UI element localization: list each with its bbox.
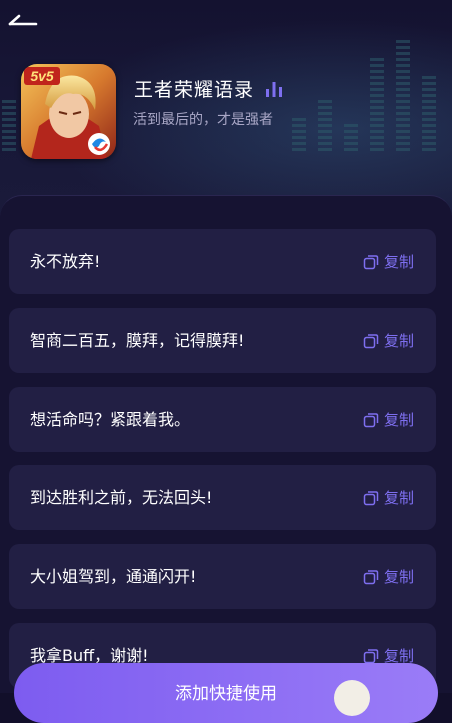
copy-label: 复制: [383, 332, 414, 350]
header: 5v5 王者荣耀语录 活到最后的，才是强者: [0, 0, 452, 215]
copy-button[interactable]: 复制: [363, 308, 414, 373]
copy-label: 复制: [383, 253, 414, 271]
copy-label: 复制: [383, 411, 414, 429]
title-row: 王者荣耀语录: [134, 75, 283, 102]
copy-button[interactable]: 复制: [363, 544, 414, 609]
list-item: 大小姐驾到，通通闪开! 复制: [9, 544, 436, 609]
quote-text: 到达胜利之前，无法回头!: [30, 488, 213, 507]
quote-text: 想活命吗？紧跟着我。: [30, 410, 191, 429]
page-title: 王者荣耀语录: [134, 79, 255, 101]
copy-icon: [363, 648, 379, 663]
copy-label: 复制: [383, 568, 414, 586]
audio-bars-icon: [266, 81, 283, 97]
list-item: 到达胜利之前，无法回头! 复制: [9, 465, 436, 530]
list-item: 想活命吗？紧跟着我。 复制: [9, 387, 436, 452]
app-icon: 5v5: [21, 64, 116, 159]
copy-icon: [363, 254, 379, 269]
copy-button[interactable]: 复制: [363, 465, 414, 530]
quote-text: 大小姐驾到，通通闪开!: [30, 567, 197, 586]
mascot-icon: [334, 680, 370, 716]
quote-text: 永不放弃!: [30, 252, 101, 271]
svg-text:5v5: 5v5: [30, 68, 54, 84]
add-shortcut-button[interactable]: 添加快捷使用: [14, 663, 438, 723]
copy-button[interactable]: 复制: [363, 229, 414, 294]
page-subtitle: 活到最后的，才是强者: [133, 112, 273, 128]
list-item: 智商二百五，膜拜，记得膜拜! 复制: [9, 308, 436, 373]
back-arrow-icon[interactable]: [6, 6, 38, 32]
quote-text: 智商二百五，膜拜，记得膜拜!: [30, 331, 245, 350]
copy-icon: [363, 569, 379, 584]
copy-icon: [363, 333, 379, 348]
list-item: 永不放弃! 复制: [9, 229, 436, 294]
copy-icon: [363, 412, 379, 427]
copy-icon: [363, 490, 379, 505]
copy-label: 复制: [383, 489, 414, 507]
copy-button[interactable]: 复制: [363, 387, 414, 452]
